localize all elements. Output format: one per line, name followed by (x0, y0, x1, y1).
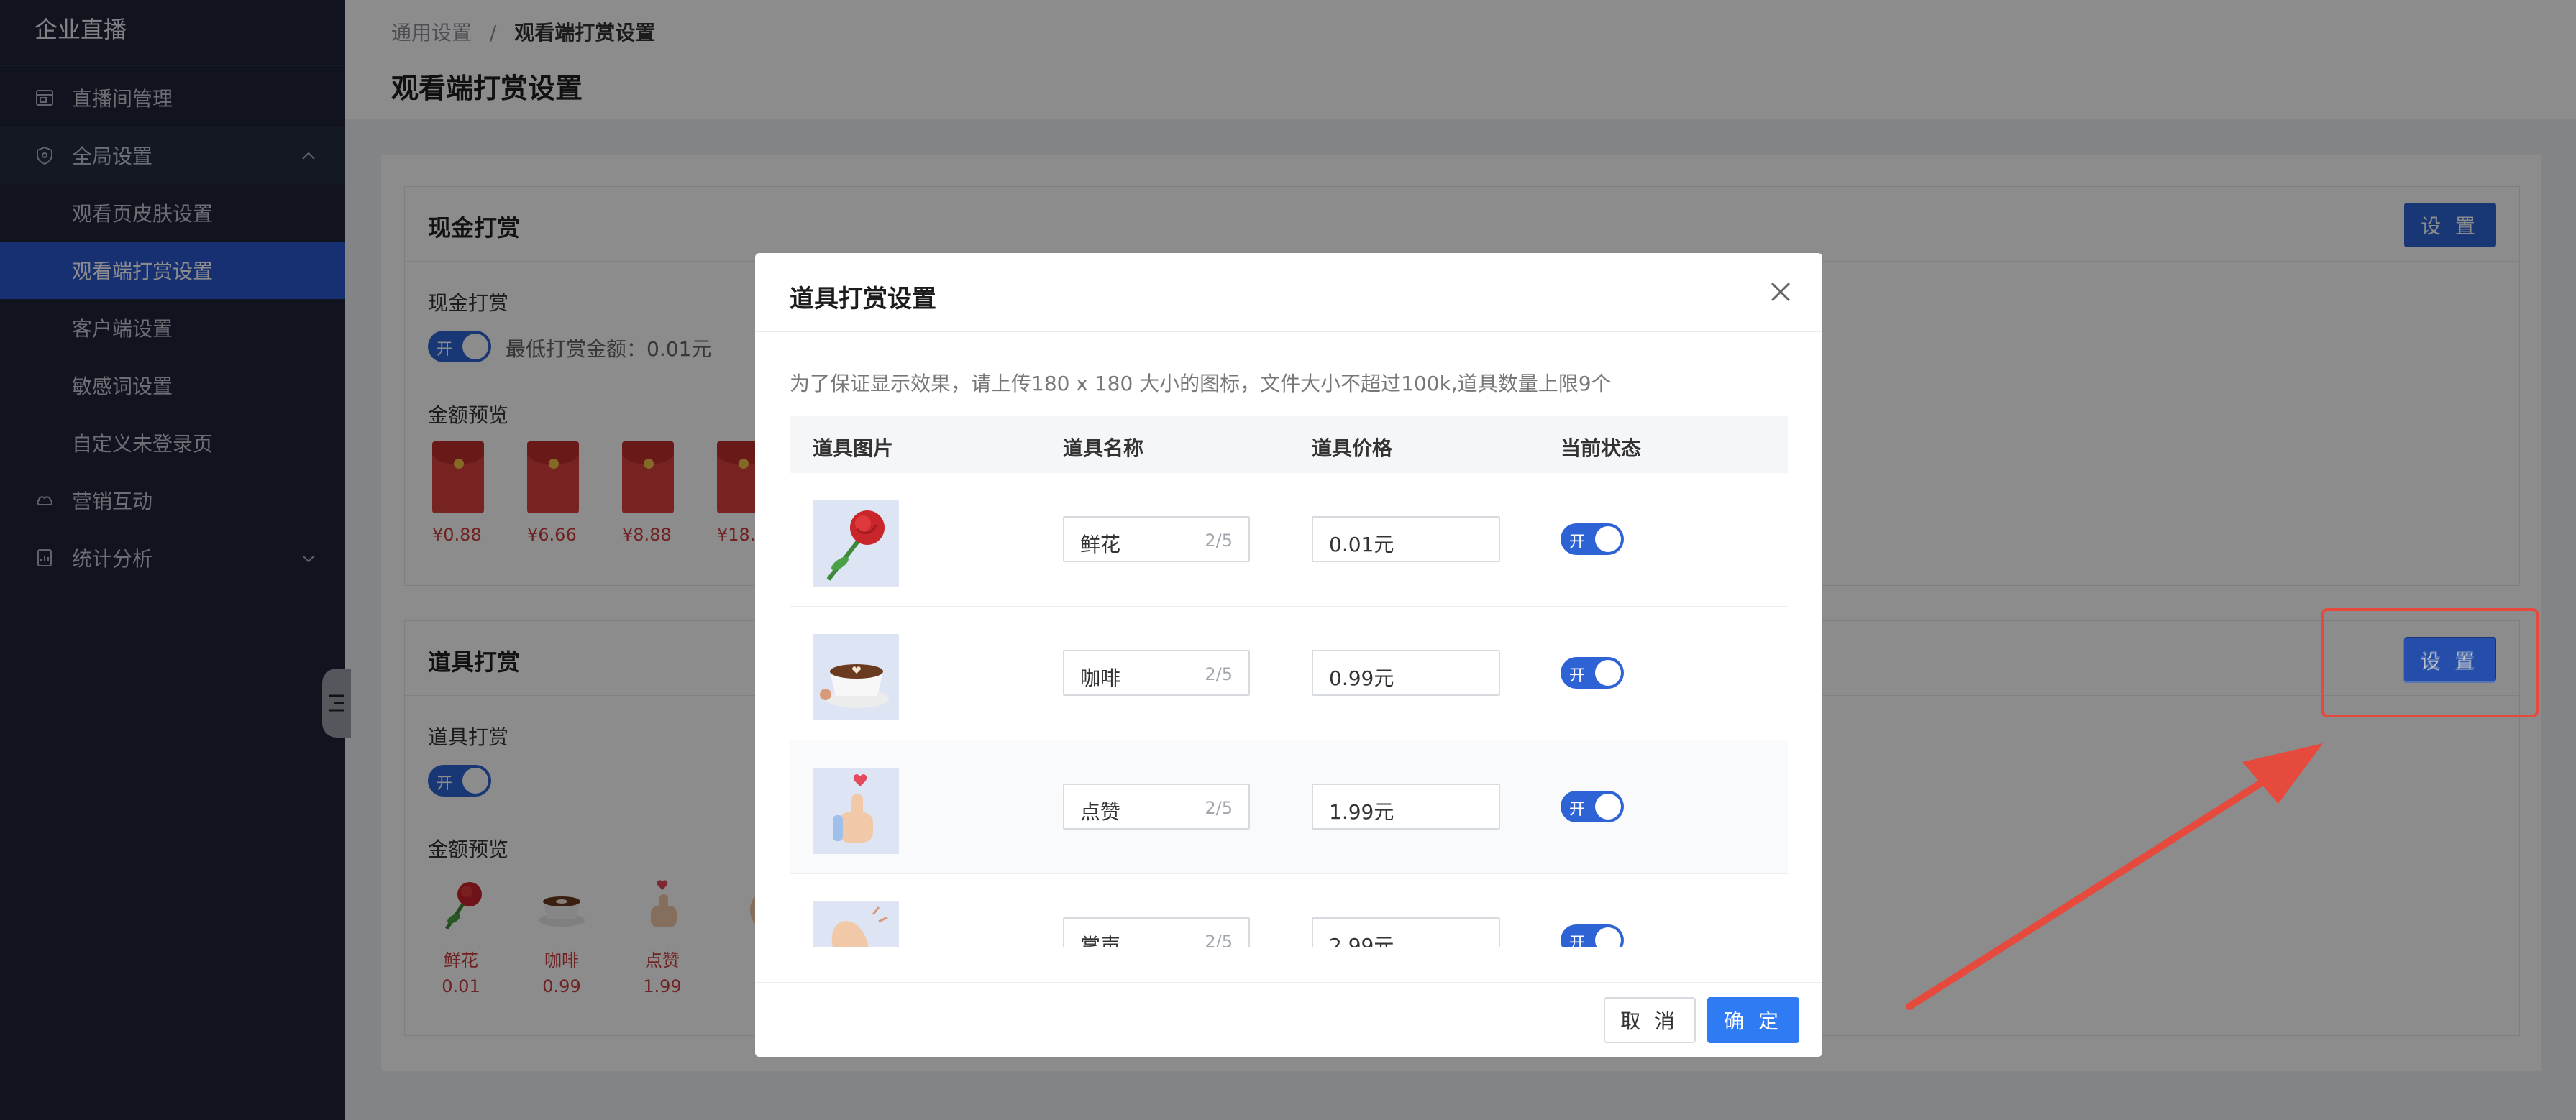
input-value: 2.99元 (1329, 934, 1394, 947)
table-row: 咖啡 2/5 0.99元 开 (790, 607, 1788, 740)
column-header: 道具图片 (813, 436, 894, 460)
dialog-footer: 取 消 确 定 (755, 982, 1822, 1057)
char-count: 2/5 (1205, 798, 1233, 818)
status-switch[interactable]: 开 (1561, 657, 1624, 689)
table-header: 道具图片 道具名称 道具价格 当前状态 (790, 416, 1788, 473)
prop-name-input[interactable]: 咖啡 2/5 (1063, 650, 1250, 696)
switch-text: 开 (1569, 667, 1586, 685)
prop-image[interactable] (813, 634, 899, 720)
coffee-icon (813, 634, 899, 720)
clap-icon (813, 901, 899, 947)
prop-image[interactable] (813, 901, 899, 947)
switch-text: 开 (1569, 533, 1586, 551)
switch-knob (1595, 660, 1621, 686)
confirm-button[interactable]: 确 定 (1707, 997, 1799, 1043)
prop-image[interactable] (813, 500, 899, 587)
char-count: 2/5 (1205, 932, 1233, 947)
close-icon[interactable] (1768, 279, 1794, 305)
switch-text: 开 (1569, 935, 1586, 947)
input-value: 鲜花 (1080, 533, 1121, 556)
switch-knob (1595, 927, 1621, 947)
input-value: 点赞 (1080, 800, 1121, 824)
column-header: 道具价格 (1312, 436, 1393, 460)
prop-price-input[interactable]: 1.99元 (1312, 784, 1500, 830)
input-value: 1.99元 (1329, 800, 1394, 824)
prop-name-input[interactable]: 点赞 2/5 (1063, 784, 1250, 830)
input-value: 咖啡 (1080, 666, 1121, 690)
table-row: 掌声 2/5 2.99元 开 (790, 874, 1788, 947)
prop-price-input[interactable]: 2.99元 (1312, 917, 1500, 947)
dialog-title: 道具打赏设置 (790, 285, 936, 313)
column-header: 当前状态 (1561, 436, 1642, 460)
table-row: 点赞 2/5 1.99元 开 (790, 740, 1788, 874)
input-value: 掌声 (1080, 934, 1121, 947)
rose-icon (813, 500, 899, 587)
cancel-button[interactable]: 取 消 (1604, 997, 1696, 1043)
prop-settings-dialog: 道具打赏设置 为了保证显示效果，请上传180 x 180 大小的图标，文件大小不… (755, 253, 1822, 1057)
prop-image[interactable] (813, 768, 899, 854)
status-switch[interactable]: 开 (1561, 523, 1624, 555)
switch-knob (1595, 526, 1621, 552)
char-count: 2/5 (1205, 531, 1233, 551)
table-row: 鲜花 2/5 0.01元 开 (790, 473, 1788, 607)
column-header: 道具名称 (1063, 436, 1144, 460)
input-value: 0.01元 (1329, 533, 1394, 556)
prop-name-input[interactable]: 掌声 2/5 (1063, 917, 1250, 947)
prop-settings-button-highlighted[interactable]: 设 置 (2403, 638, 2495, 683)
prop-name-input[interactable]: 鲜花 2/5 (1063, 516, 1250, 562)
props-table-body[interactable]: 鲜花 2/5 0.01元 开 咖啡 2/5 0.99元 开 点赞 2/5 1.9… (790, 473, 1788, 947)
char-count: 2/5 (1205, 664, 1233, 684)
switch-knob (1595, 794, 1621, 820)
status-switch[interactable]: 开 (1561, 924, 1624, 947)
dialog-header: 道具打赏设置 (755, 253, 1822, 332)
prop-price-input[interactable]: 0.99元 (1312, 650, 1500, 696)
thumbs-up-icon (813, 768, 899, 854)
input-value: 0.99元 (1329, 666, 1394, 690)
switch-text: 开 (1569, 801, 1586, 819)
upload-notice: 为了保证显示效果，请上传180 x 180 大小的图标，文件大小不超过100k,… (790, 372, 1612, 395)
status-switch[interactable]: 开 (1561, 791, 1624, 822)
prop-price-input[interactable]: 0.01元 (1312, 516, 1500, 562)
